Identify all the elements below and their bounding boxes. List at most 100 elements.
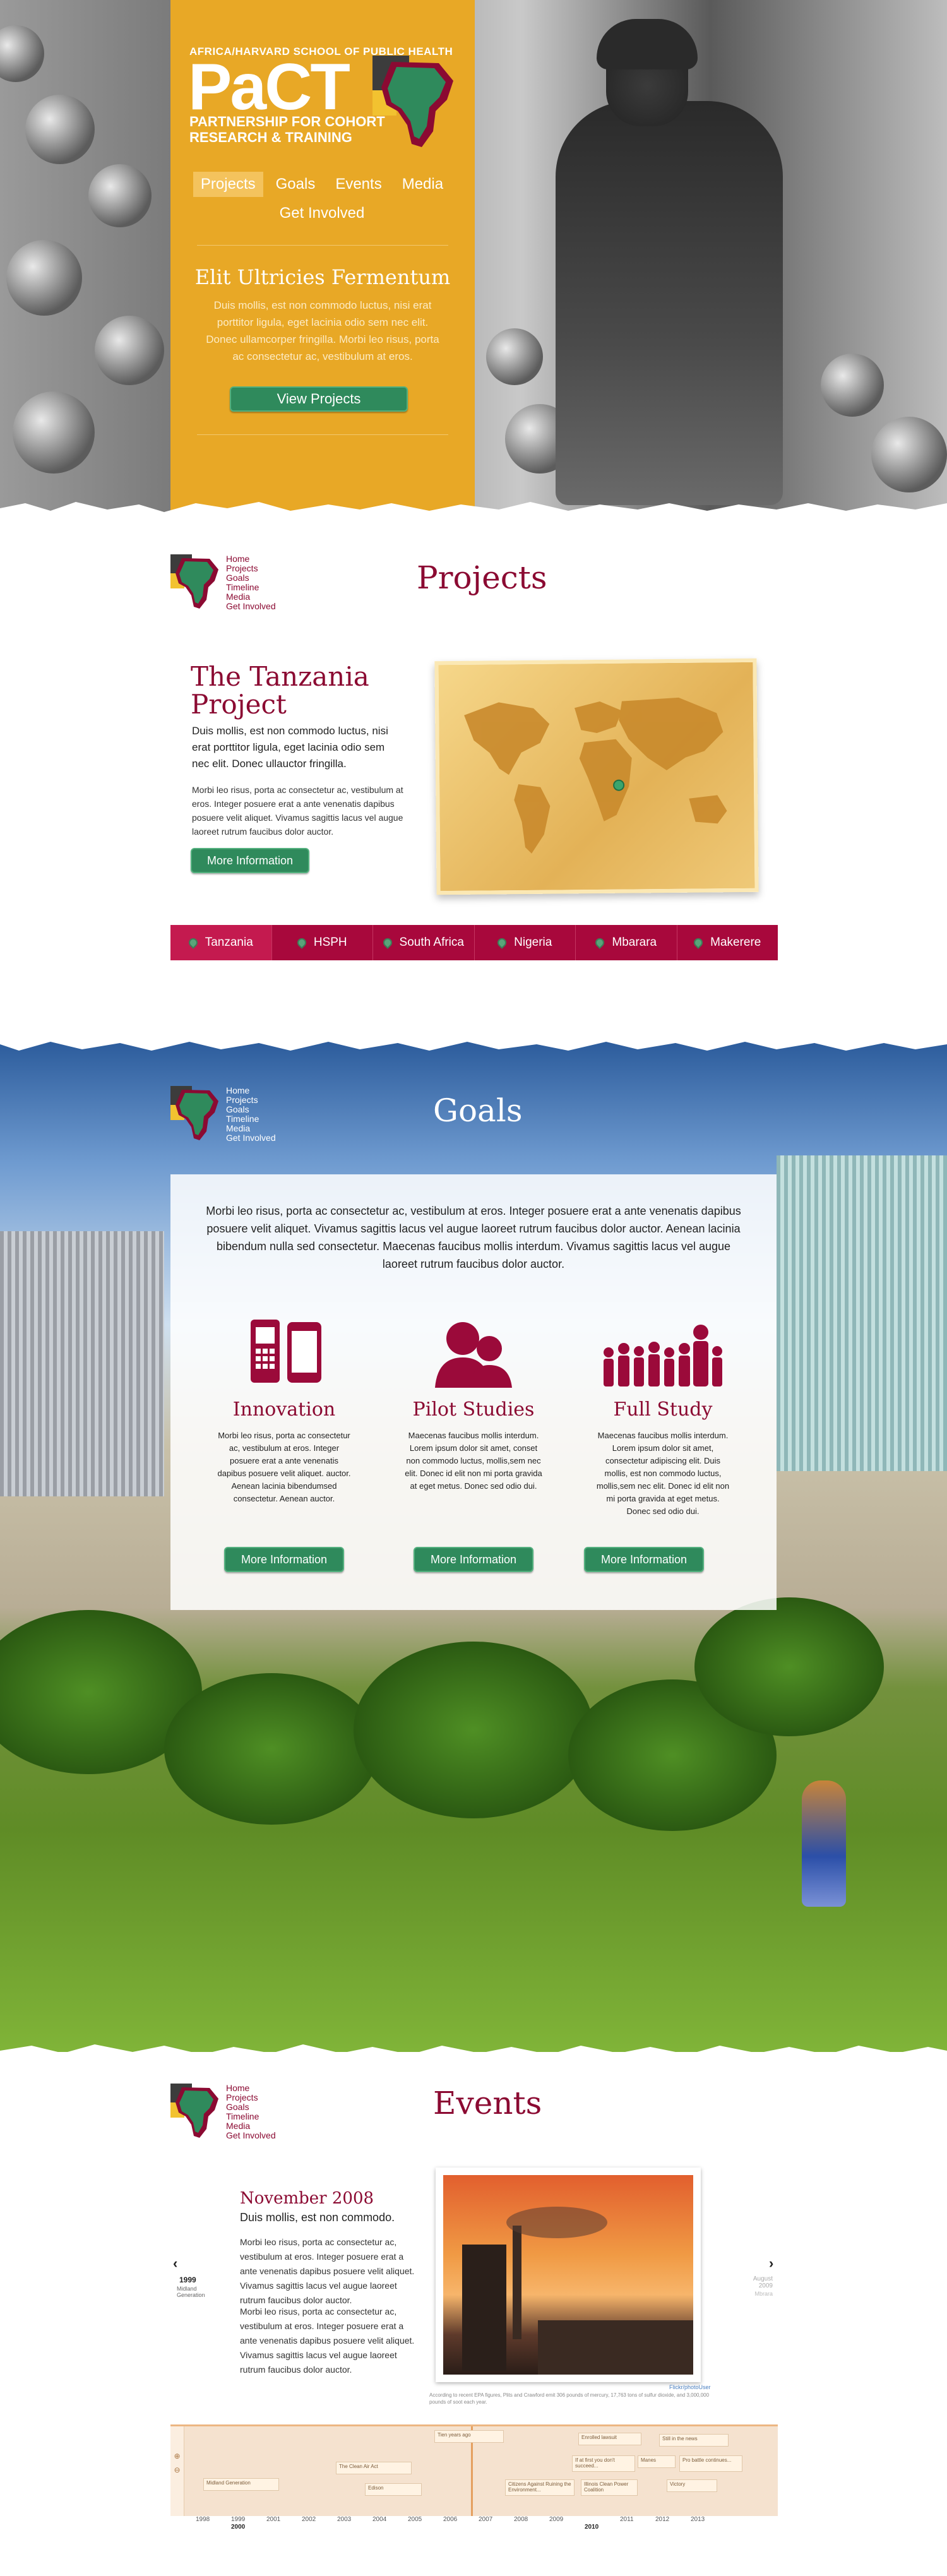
tab-mbarara[interactable]: Mbarara bbox=[576, 925, 677, 960]
timeline-year[interactable]: 2011 bbox=[620, 2516, 634, 2523]
mini-nav-home[interactable]: Home bbox=[226, 1086, 276, 1095]
timeline-item[interactable]: Edison bbox=[365, 2483, 422, 2496]
timeline-item[interactable]: Enrolled lawsuit bbox=[578, 2433, 641, 2445]
timeline-year[interactable]: 2001 bbox=[266, 2516, 280, 2523]
tab-tanzania[interactable]: Tanzania bbox=[170, 925, 272, 960]
mini-nav-media[interactable]: Media bbox=[226, 2121, 276, 2131]
timeline-year[interactable]: 2013 bbox=[691, 2516, 705, 2523]
timeline-year[interactable]: 2005 bbox=[408, 2516, 422, 2523]
prev-event-arrow-icon[interactable]: ‹ bbox=[173, 2255, 177, 2272]
photo-credit-link[interactable]: Flickr/photoUser bbox=[669, 2384, 711, 2390]
timeline-item[interactable]: Manes bbox=[638, 2455, 676, 2468]
zoom-in-icon[interactable]: ⊕ bbox=[170, 2452, 184, 2460]
crowd-icon bbox=[604, 1325, 722, 1386]
projects-section-title: Projects bbox=[417, 559, 547, 596]
mini-nav-goals[interactable]: Goals bbox=[226, 1105, 276, 1114]
mini-nav-timeline[interactable]: Timeline bbox=[226, 1114, 276, 1124]
timeline-item[interactable]: Victory bbox=[667, 2479, 717, 2492]
timeline-item[interactable]: Pro battle continues... bbox=[679, 2455, 742, 2472]
woman-carrying-basket bbox=[802, 1780, 846, 1907]
pilot-studies-more-button[interactable]: More Information bbox=[414, 1547, 533, 1572]
timeline-item[interactable]: If at first you don't succeed... bbox=[572, 2455, 635, 2472]
timeline-item[interactable]: Midland Generation bbox=[203, 2478, 279, 2491]
mini-nav-timeline[interactable]: Timeline bbox=[226, 2112, 276, 2121]
mini-nav-home[interactable]: Home bbox=[226, 554, 276, 564]
mini-nav-home[interactable]: Home bbox=[226, 2084, 276, 2093]
africa-mini-logo-icon[interactable] bbox=[170, 1086, 221, 1143]
mini-nav-projects[interactable]: Projects bbox=[226, 564, 276, 573]
events-mini-nav: Home Projects Goals Timeline Media Get I… bbox=[170, 2084, 284, 2147]
more-information-button[interactable]: More Information bbox=[191, 848, 309, 873]
tab-hsph[interactable]: HSPH bbox=[272, 925, 373, 960]
mini-nav-goals[interactable]: Goals bbox=[226, 2102, 276, 2112]
goal-pilot-studies: Pilot Studies Maecenas faucibus mollis i… bbox=[391, 1313, 556, 1493]
next-event-arrow-icon[interactable]: › bbox=[769, 2255, 773, 2272]
timeline-year[interactable]: 2009 bbox=[549, 2516, 563, 2523]
timeline-item[interactable]: Still in the news bbox=[659, 2434, 729, 2447]
tab-south-africa[interactable]: South Africa bbox=[373, 925, 475, 960]
mini-nav-goals[interactable]: Goals bbox=[226, 573, 276, 583]
mini-nav-projects[interactable]: Projects bbox=[226, 2093, 276, 2102]
hero-photo-woman bbox=[556, 101, 783, 505]
mini-nav-timeline[interactable]: Timeline bbox=[226, 583, 276, 592]
africa-logo-icon bbox=[372, 56, 453, 147]
shack-decoration bbox=[777, 1155, 947, 1471]
prev-event-year[interactable]: 1999 bbox=[179, 2275, 196, 2284]
timeline-year[interactable]: 2007 bbox=[479, 2516, 492, 2523]
timeline-year[interactable]: 2006 bbox=[443, 2516, 457, 2523]
tab-nigeria[interactable]: Nigeria bbox=[475, 925, 576, 960]
goal-title: Pilot Studies bbox=[412, 1398, 535, 1421]
nav-goals[interactable]: Goals bbox=[268, 172, 323, 197]
timeline-year[interactable]: 2008 bbox=[514, 2516, 528, 2523]
nav-get-involved[interactable]: Get Involved bbox=[272, 201, 372, 226]
pact-logo-text[interactable]: PaCT bbox=[188, 54, 350, 120]
timeline-year[interactable]: 2004 bbox=[372, 2516, 386, 2523]
africa-mini-logo-icon[interactable] bbox=[170, 554, 221, 611]
smoke-plume bbox=[506, 2207, 607, 2238]
timeline-year[interactable]: 2003 bbox=[337, 2516, 351, 2523]
timeline-year[interactable]: 2002 bbox=[302, 2516, 316, 2523]
africa-mini-logo-icon[interactable] bbox=[170, 2084, 221, 2140]
produce-decoration bbox=[13, 391, 95, 474]
full-study-more-button[interactable]: More Information bbox=[584, 1547, 704, 1572]
mini-nav-get-involved[interactable]: Get Involved bbox=[226, 2131, 276, 2140]
nav-projects[interactable]: Projects bbox=[193, 172, 263, 197]
produce-decoration bbox=[6, 240, 82, 316]
produce-decoration bbox=[0, 25, 44, 82]
hero-text: Duis mollis, est non commodo luctus, nis… bbox=[206, 299, 439, 362]
tanzania-marker-icon[interactable] bbox=[613, 779, 625, 791]
photo-caption: According to recent EPA figures, Plits a… bbox=[429, 2392, 710, 2405]
mini-nav-get-involved[interactable]: Get Involved bbox=[226, 1133, 276, 1143]
tab-makerere[interactable]: Makerere bbox=[677, 925, 778, 960]
produce-decoration bbox=[25, 95, 95, 164]
subtitle-line: RESEARCH & TRAINING bbox=[189, 129, 352, 145]
event-paragraph: Morbi leo risus, porta ac consectetur ac… bbox=[240, 2306, 415, 2375]
goal-title: Full Study bbox=[613, 1398, 713, 1421]
mini-nav-get-involved[interactable]: Get Involved bbox=[226, 602, 276, 611]
timeline-year[interactable]: 1998 bbox=[196, 2516, 210, 2523]
mini-nav-projects[interactable]: Projects bbox=[226, 1095, 276, 1105]
project-body: Morbi leo risus, porta ac consectetur ac… bbox=[192, 785, 403, 837]
timeline-item[interactable]: Illinois Clean Power Coalition bbox=[581, 2479, 638, 2496]
timeline-year[interactable]: 1999 bbox=[231, 2516, 245, 2523]
timeline-year[interactable]: 2010 bbox=[585, 2524, 599, 2531]
event-paragraph: Morbi leo risus, porta ac consectetur ac… bbox=[240, 2237, 415, 2305]
timeline-year[interactable]: 2000 bbox=[231, 2524, 245, 2531]
zoom-out-icon[interactable]: ⊖ bbox=[170, 2466, 184, 2474]
timeline-item[interactable]: Tien years ago bbox=[434, 2430, 504, 2443]
torn-edge bbox=[0, 2044, 947, 2065]
pin-icon bbox=[381, 936, 394, 949]
nav-media[interactable]: Media bbox=[395, 172, 451, 197]
timeline-year[interactable]: 2012 bbox=[655, 2516, 669, 2523]
mini-nav-media[interactable]: Media bbox=[226, 592, 276, 602]
view-projects-button[interactable]: View Projects bbox=[230, 386, 408, 412]
hero-nav: Projects Goals Events Media Get Involved bbox=[189, 172, 455, 230]
mini-nav-media[interactable]: Media bbox=[226, 1124, 276, 1133]
timeline-item[interactable]: Citizens Against Ruining the Environment… bbox=[505, 2479, 575, 2496]
hero-photo-headwrap bbox=[597, 19, 698, 69]
project-tabs: Tanzania HSPH South Africa Nigeria Mbara… bbox=[170, 925, 778, 960]
next-event-date[interactable]: August 2009 bbox=[737, 2275, 773, 2289]
timeline-item[interactable]: The Clean Air Act bbox=[336, 2462, 412, 2474]
innovation-more-button[interactable]: More Information bbox=[224, 1547, 344, 1572]
nav-events[interactable]: Events bbox=[328, 172, 389, 197]
